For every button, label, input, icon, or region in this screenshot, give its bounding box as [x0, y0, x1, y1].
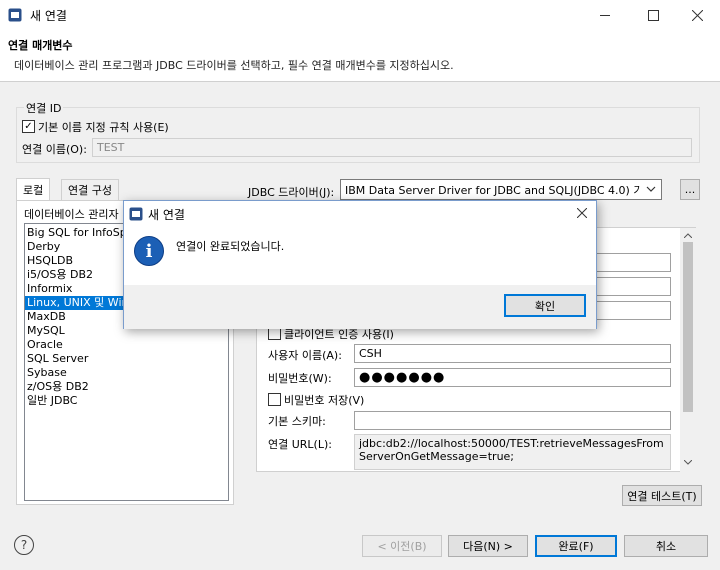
next-button[interactable]: 다음(N) > [448, 535, 528, 557]
save-password-label: 비밀번호 저장(V) [284, 394, 365, 407]
tab-local[interactable]: 로컬 [16, 178, 51, 200]
jdbc-driver-value: IBM Data Server Driver for JDBC and SQLJ… [345, 183, 641, 197]
password-label: 비밀번호(W): [268, 372, 332, 385]
properties-scrollbar[interactable] [680, 228, 696, 472]
app-icon [8, 8, 22, 22]
username-field[interactable]: CSH [354, 344, 671, 363]
chevron-down-icon [646, 186, 656, 192]
dialog-message: 연결이 완료되었습니다. [176, 240, 285, 253]
connection-id-label: 연결 ID [24, 100, 64, 116]
page-title: 연결 매개변수 [8, 39, 73, 52]
tab-connection-config[interactable]: 연결 구성 [61, 179, 119, 200]
list-item[interactable]: z/OS용 DB2 [25, 380, 228, 394]
window-title: 새 연결 [30, 9, 67, 23]
list-item[interactable]: Oracle [25, 338, 228, 352]
scrollbar-thumb[interactable] [683, 242, 693, 412]
db-manager-label: 데이터베이스 관리자 [24, 208, 119, 221]
default-schema-field[interactable] [354, 411, 671, 430]
close-button[interactable] [674, 0, 720, 30]
close-icon [577, 208, 587, 218]
maximize-button[interactable] [630, 0, 676, 30]
dialog-title: 새 연결 [148, 208, 185, 222]
connection-url-label: 연결 URL(L): [268, 438, 332, 451]
cancel-button[interactable]: 취소 [624, 535, 708, 557]
password-field[interactable]: ●●●●●●● [354, 368, 671, 387]
finish-button[interactable]: 완료(F) [535, 535, 617, 557]
username-label: 사용자 이름(A): [268, 349, 342, 362]
app-icon [129, 207, 143, 221]
save-password-checkbox[interactable] [268, 393, 281, 406]
back-button[interactable]: < 이전(B) [362, 535, 442, 557]
connection-url-field[interactable]: jdbc:db2://localhost:50000/TEST:retrieve… [354, 434, 671, 470]
list-item[interactable]: Sybase [25, 366, 228, 380]
connection-name-field[interactable]: TEST [92, 138, 692, 157]
default-schema-label: 기본 스키마: [268, 415, 326, 428]
dialog-close-button[interactable] [568, 201, 596, 225]
list-item[interactable]: 일반 JDBC [25, 394, 228, 408]
connection-name-label: 연결 이름(O): [22, 143, 87, 156]
minimize-button[interactable] [582, 0, 628, 30]
jdbc-browse-button[interactable]: ... [680, 179, 700, 200]
help-icon[interactable]: ? [14, 535, 34, 555]
scroll-up-icon [684, 233, 692, 238]
minimize-icon [599, 14, 610, 16]
page-header: 연결 매개변수 데이터베이스 관리 프로그램과 JDBC 드라이버를 선택하고,… [0, 30, 720, 82]
page-description: 데이터베이스 관리 프로그램과 JDBC 드라이버를 선택하고, 필수 연결 매… [14, 59, 454, 72]
test-connection-button[interactable]: 연결 테스트(T) [622, 485, 702, 506]
title-bar: 새 연결 [0, 0, 720, 30]
list-item[interactable]: SQL Server [25, 352, 228, 366]
default-naming-checkbox[interactable]: ✓ [22, 120, 35, 133]
close-icon [691, 9, 703, 21]
ok-button[interactable]: 확인 [504, 294, 586, 317]
connection-complete-dialog: 새 연결 i 연결이 완료되었습니다. 확인 [123, 200, 597, 329]
jdbc-driver-label: JDBC 드라이버(J): [248, 186, 335, 199]
jdbc-driver-select[interactable]: IBM Data Server Driver for JDBC and SQLJ… [340, 179, 662, 200]
maximize-icon [647, 9, 659, 21]
default-naming-label: 기본 이름 지정 규칙 사용(E) [38, 121, 169, 134]
scroll-down-icon [684, 460, 692, 465]
info-icon: i [134, 236, 164, 266]
check-icon: ✓ [24, 120, 33, 132]
